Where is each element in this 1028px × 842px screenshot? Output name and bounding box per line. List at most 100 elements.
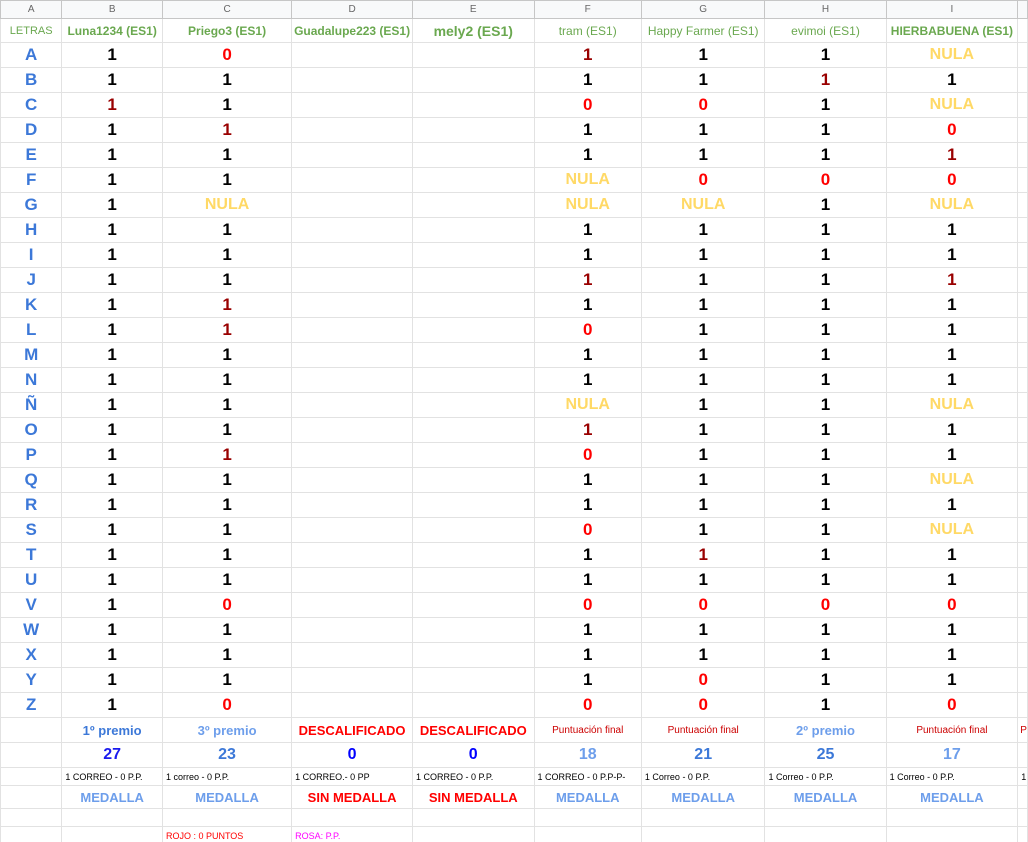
cell-empty[interactable] bbox=[412, 808, 535, 827]
cell-empty[interactable] bbox=[885, 826, 1019, 842]
score-cell[interactable]: 0 bbox=[533, 592, 642, 618]
cell-empty[interactable] bbox=[0, 742, 63, 768]
score-cell[interactable]: 1 bbox=[885, 317, 1019, 343]
score-cell[interactable]: 1 bbox=[533, 542, 642, 568]
score-cell[interactable]: 0 bbox=[885, 117, 1019, 143]
score-cell[interactable]: 1 bbox=[533, 67, 642, 93]
score-cell[interactable]: 1 bbox=[764, 392, 887, 418]
score-cell[interactable] bbox=[412, 167, 535, 193]
cell-empty[interactable] bbox=[640, 826, 766, 842]
score-cell[interactable]: 0 bbox=[640, 692, 766, 718]
score-cell[interactable]: 1 bbox=[764, 467, 887, 493]
row-letter[interactable]: H bbox=[0, 217, 63, 243]
score-cell[interactable] bbox=[291, 567, 414, 593]
score-cell[interactable]: 1 bbox=[161, 517, 293, 543]
score-cell[interactable] bbox=[412, 342, 535, 368]
score-cell[interactable]: 1 bbox=[61, 667, 163, 693]
cell-empty[interactable] bbox=[291, 808, 414, 827]
score-cell[interactable]: 1 bbox=[533, 467, 642, 493]
cell-empty[interactable] bbox=[533, 808, 642, 827]
score-cell[interactable]: 1 bbox=[885, 342, 1019, 368]
score-cell[interactable]: 1 bbox=[640, 392, 766, 418]
score-cell[interactable]: 0 bbox=[533, 442, 642, 468]
score-cell[interactable]: 1 bbox=[640, 517, 766, 543]
score-cell[interactable]: NULA bbox=[533, 392, 642, 418]
cell-empty[interactable] bbox=[161, 808, 293, 827]
premio-label[interactable]: 1º premio bbox=[61, 717, 163, 743]
score-cell[interactable]: 1 bbox=[61, 492, 163, 518]
score-cell[interactable]: 1 bbox=[533, 642, 642, 668]
score-cell[interactable] bbox=[291, 442, 414, 468]
row-letter[interactable]: T bbox=[0, 542, 63, 568]
row-letter[interactable]: D bbox=[0, 117, 63, 143]
medal-status[interactable]: MEDALLA bbox=[885, 785, 1019, 809]
score-cell[interactable] bbox=[412, 442, 535, 468]
score-cell[interactable] bbox=[291, 492, 414, 518]
row-letter[interactable]: L bbox=[0, 317, 63, 343]
score-cell[interactable]: 1 bbox=[640, 417, 766, 443]
score-cell[interactable] bbox=[291, 692, 414, 718]
cell-empty[interactable] bbox=[0, 785, 63, 809]
score-cell[interactable]: 1 bbox=[61, 642, 163, 668]
score-cell[interactable]: 1 bbox=[533, 267, 642, 293]
cell-empty[interactable] bbox=[0, 826, 63, 842]
score-cell[interactable]: 1 bbox=[640, 617, 766, 643]
score-cell[interactable] bbox=[412, 117, 535, 143]
cell-empty[interactable] bbox=[1017, 367, 1028, 393]
row-letter[interactable]: G bbox=[0, 192, 63, 218]
score-cell[interactable] bbox=[291, 392, 414, 418]
score-cell[interactable]: 1 bbox=[61, 117, 163, 143]
score-cell[interactable]: 0 bbox=[640, 167, 766, 193]
score-cell[interactable]: 1 bbox=[640, 267, 766, 293]
premio-label-truncated[interactable]: P bbox=[1017, 717, 1028, 743]
cell-empty[interactable] bbox=[1017, 742, 1028, 768]
score-cell[interactable]: 1 bbox=[764, 642, 887, 668]
score-cell[interactable]: 0 bbox=[161, 42, 293, 68]
score-cell[interactable]: NULA bbox=[885, 192, 1019, 218]
score-cell[interactable]: 1 bbox=[640, 467, 766, 493]
score-cell[interactable]: 1 bbox=[61, 142, 163, 168]
score-cell[interactable]: 1 bbox=[640, 492, 766, 518]
score-cell[interactable]: 1 bbox=[61, 367, 163, 393]
row-letter[interactable]: C bbox=[0, 92, 63, 118]
row-letter[interactable]: E bbox=[0, 142, 63, 168]
score-cell[interactable]: 1 bbox=[533, 117, 642, 143]
score-cell[interactable]: 1 bbox=[640, 342, 766, 368]
score-cell[interactable]: 0 bbox=[764, 592, 887, 618]
cell-empty[interactable] bbox=[1017, 467, 1028, 493]
medal-status[interactable]: MEDALLA bbox=[61, 785, 163, 809]
score-cell[interactable]: 1 bbox=[764, 292, 887, 318]
score-cell[interactable] bbox=[412, 492, 535, 518]
cell-empty[interactable] bbox=[1017, 417, 1028, 443]
score-cell[interactable]: 1 bbox=[161, 92, 293, 118]
score-cell[interactable]: 1 bbox=[161, 242, 293, 268]
score-cell[interactable] bbox=[412, 217, 535, 243]
score-cell[interactable]: 0 bbox=[533, 92, 642, 118]
score-cell[interactable] bbox=[291, 667, 414, 693]
score-cell[interactable]: 1 bbox=[885, 242, 1019, 268]
score-cell[interactable] bbox=[412, 592, 535, 618]
score-cell[interactable]: 1 bbox=[640, 142, 766, 168]
cell-empty[interactable] bbox=[1017, 342, 1028, 368]
score-cell[interactable]: 1 bbox=[161, 392, 293, 418]
score-cell[interactable] bbox=[291, 542, 414, 568]
player-name[interactable]: tram (ES1) bbox=[533, 18, 642, 43]
score-cell[interactable]: 0 bbox=[533, 517, 642, 543]
cell-empty[interactable] bbox=[1017, 567, 1028, 593]
total-score[interactable]: 0 bbox=[291, 742, 414, 768]
score-cell[interactable]: 1 bbox=[61, 592, 163, 618]
cell-empty[interactable] bbox=[0, 808, 63, 827]
score-cell[interactable]: 1 bbox=[161, 642, 293, 668]
total-score[interactable]: 18 bbox=[533, 742, 642, 768]
score-cell[interactable]: 1 bbox=[533, 242, 642, 268]
premio-label[interactable]: Puntuación final bbox=[640, 717, 766, 743]
score-cell[interactable] bbox=[291, 142, 414, 168]
score-cell[interactable]: 1 bbox=[61, 542, 163, 568]
cell-empty[interactable] bbox=[61, 808, 163, 827]
score-cell[interactable] bbox=[412, 542, 535, 568]
score-cell[interactable]: 1 bbox=[533, 142, 642, 168]
player-name[interactable]: HIERBABUENA (ES1) bbox=[885, 18, 1019, 43]
score-cell[interactable]: 1 bbox=[161, 617, 293, 643]
score-cell[interactable]: 1 bbox=[61, 67, 163, 93]
score-cell[interactable]: 1 bbox=[161, 367, 293, 393]
